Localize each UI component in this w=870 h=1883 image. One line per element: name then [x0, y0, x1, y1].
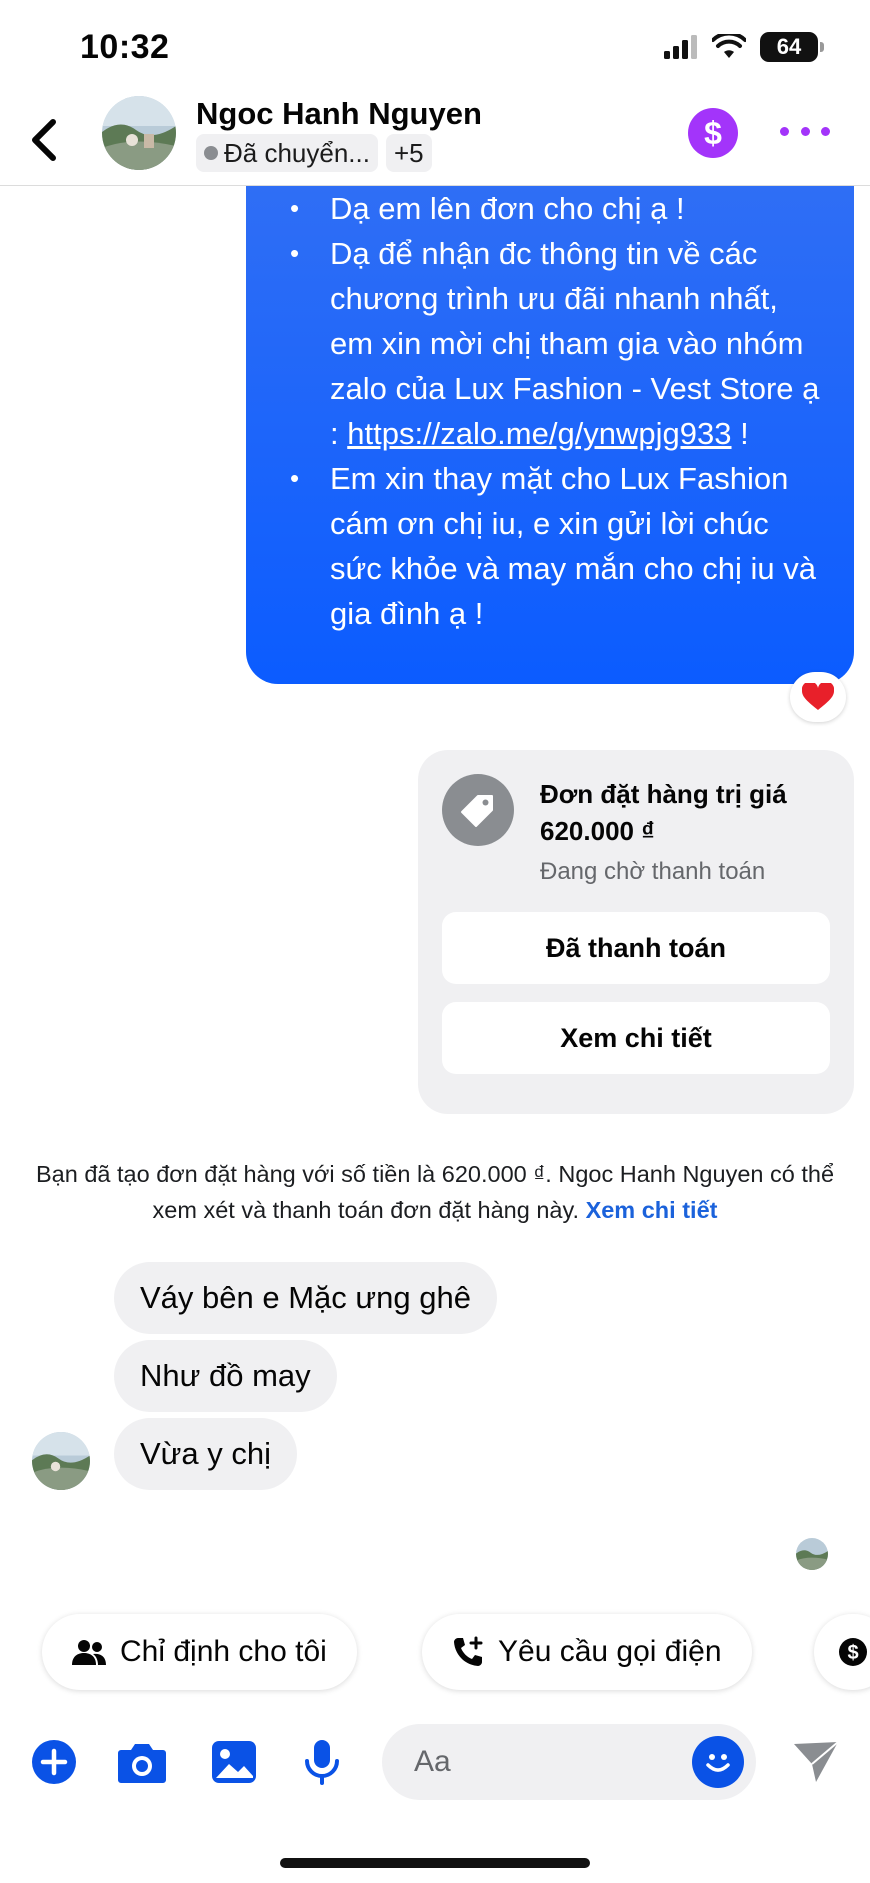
outgoing-message-list: Dạ em lên đơn cho chị ạ ! Dạ để nhận đc … [290, 186, 828, 636]
chat-header: Ngoc Hanh Nguyen Đã chuyển... +5 $ [0, 96, 870, 186]
camera-icon [118, 1744, 166, 1783]
price-tag-icon [461, 795, 493, 827]
status-time: 10:32 [80, 28, 170, 66]
people-icon [72, 1640, 106, 1665]
message-bullet: Dạ để nhận đc thông tin về các chương tr… [290, 231, 828, 456]
plus-circle-icon [32, 1740, 76, 1784]
avatar-photo [102, 96, 176, 170]
emoji-button[interactable] [692, 1736, 744, 1788]
quick-reply-label: Chỉ định cho tôi [120, 1635, 327, 1668]
smiley-icon [706, 1754, 730, 1772]
order-card: Đơn đặt hàng trị giá 620.000 ₫ Đang chờ … [418, 750, 854, 1114]
battery-level: 64 [776, 34, 802, 59]
cellular-signal-icon [664, 35, 697, 59]
message-bullet: Dạ em lên đơn cho chị ạ ! [290, 186, 828, 231]
contact-name[interactable]: Ngoc Hanh Nguyen [196, 96, 482, 132]
status-dot-icon [204, 146, 218, 160]
chevron-left-icon [32, 119, 56, 161]
quick-replies-bar: Chỉ định cho tôi Yêu cầu gọi điện $ [0, 1614, 870, 1692]
phone-add-icon [454, 1636, 483, 1666]
status-bar: 10:32 64 [0, 0, 870, 96]
dollar-icon: $ [704, 114, 722, 151]
outgoing-message-bubble[interactable]: Dạ em lên đơn cho chị ạ ! Dạ để nhận đc … [246, 186, 854, 684]
more-labels-chip[interactable]: +5 [385, 134, 432, 172]
add-button[interactable] [26, 1734, 82, 1790]
order-status: Đang chờ thanh toán [540, 858, 766, 885]
more-labels-count: +5 [393, 137, 424, 168]
quick-reply-label: Yêu cầu gọi điện [498, 1635, 722, 1668]
send-button[interactable] [788, 1734, 844, 1790]
heart-icon [802, 683, 834, 710]
more-dot-icon [821, 126, 830, 136]
message-bullet-tail: ! [731, 416, 749, 451]
system-note-details-link[interactable]: Xem chi tiết [586, 1197, 718, 1223]
microphone-icon [305, 1740, 339, 1785]
payment-button[interactable]: $ [688, 108, 738, 158]
message-reaction[interactable] [790, 672, 846, 722]
dollar-circle-icon: $ [839, 1638, 867, 1666]
mark-paid-button[interactable]: Đã thanh toán [442, 912, 830, 984]
status-chip-label: Đã chuyển... [224, 137, 370, 168]
message-bullet: Em xin thay mặt cho Lux Fashion cám ơn c… [290, 456, 828, 636]
voice-button[interactable] [294, 1734, 350, 1790]
svg-text:$: $ [847, 1642, 858, 1664]
send-icon [794, 1741, 839, 1782]
more-options-button[interactable] [780, 116, 830, 146]
camera-button[interactable] [114, 1734, 170, 1790]
home-indicator [280, 1858, 590, 1868]
more-dot-icon [800, 126, 810, 136]
incoming-message-bubble[interactable]: Vừa y chị [114, 1418, 298, 1490]
quick-reply-payment-partial[interactable]: $ [814, 1614, 870, 1690]
order-title: Đơn đặt hàng trị giá 620.000 ₫ [540, 779, 787, 846]
more-dot-icon [780, 126, 789, 136]
sender-avatar[interactable] [32, 1432, 90, 1490]
status-chip[interactable]: Đã chuyển... [196, 134, 378, 172]
order-system-note: Bạn đã tạo đơn đặt hàng với số tiền là 6… [30, 1156, 840, 1228]
quick-reply-assign-me[interactable]: Chỉ định cho tôi [42, 1614, 357, 1690]
back-button[interactable] [20, 114, 68, 166]
avatar-photo [796, 1538, 828, 1570]
message-composer [0, 1720, 870, 1810]
avatar-photo [32, 1432, 90, 1490]
contact-avatar[interactable] [102, 96, 176, 170]
order-tag-badge [442, 774, 514, 846]
contact-labels: Đã chuyển... +5 [196, 134, 432, 172]
incoming-message-bubble[interactable]: Như đồ may [114, 1340, 337, 1412]
view-details-button[interactable]: Xem chi tiết [442, 1002, 830, 1074]
incoming-message-bubble[interactable]: Váy bên e Mặc ưng ghê [114, 1262, 497, 1334]
zalo-group-link[interactable]: https://zalo.me/g/ynwpjg933 [347, 416, 731, 451]
status-icons: 64 [664, 32, 824, 62]
gallery-button[interactable] [206, 1734, 262, 1790]
seen-receipt-avatar [796, 1538, 828, 1570]
quick-reply-request-call[interactable]: Yêu cầu gọi điện [422, 1614, 752, 1690]
wifi-icon [712, 34, 746, 58]
battery-indicator: 64 [760, 32, 824, 62]
image-icon [212, 1741, 256, 1783]
